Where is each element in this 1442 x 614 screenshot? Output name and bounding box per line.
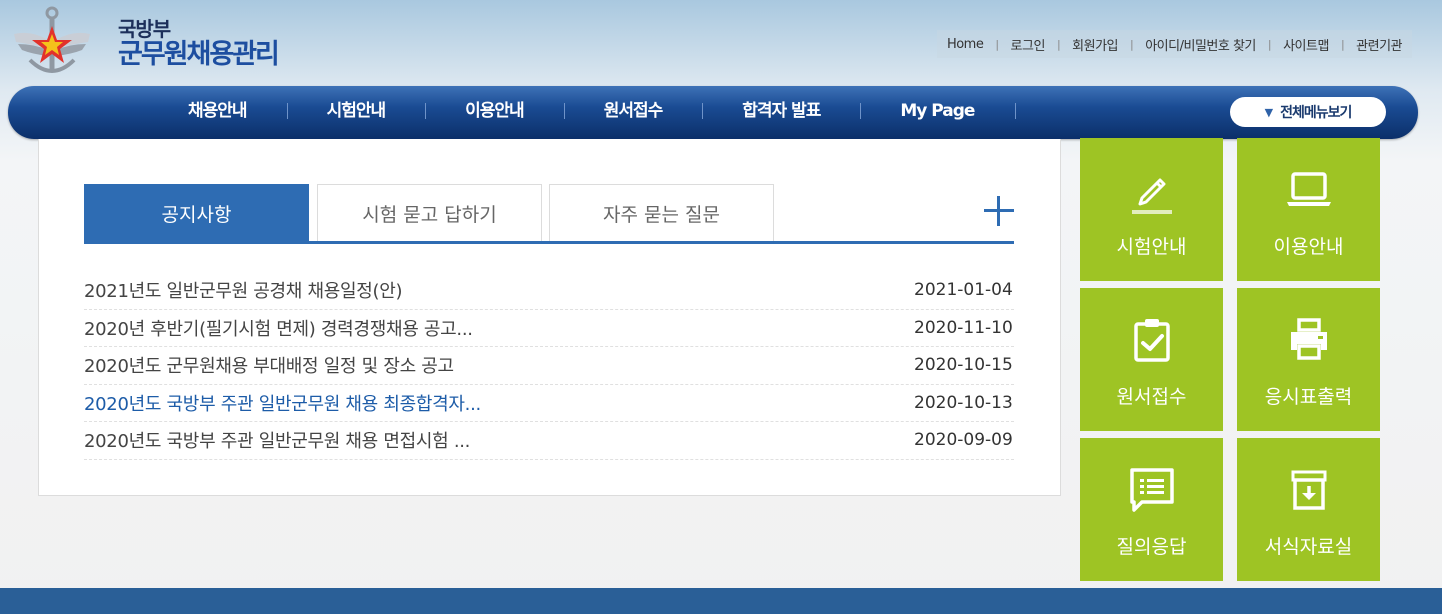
more-plus-icon[interactable] (984, 196, 1014, 226)
site-logo[interactable]: 국방부 군무원채용관리 (12, 4, 280, 82)
list-item[interactable]: 2020년 후반기(필기시험 면제) 경력경쟁채용 공고... 2020-11-… (84, 310, 1014, 347)
separator: | (1056, 37, 1061, 51)
quick-print-ticket-tile[interactable]: 응시표출력 (1237, 288, 1380, 431)
tab-faq[interactable]: 자주 묻는 질문 (549, 184, 774, 241)
footer-bar (0, 588, 1442, 614)
list-item[interactable]: 2021년도 일반군무원 공경채 채용일정(안) 2021-01-04 (84, 272, 1014, 310)
home-link[interactable]: Home (947, 37, 984, 52)
find-account-link[interactable]: 아이디/비밀번호 찾기 (1145, 35, 1256, 54)
tab-notices[interactable]: 공지사항 (84, 184, 309, 241)
tile-label: 원서접수 (1116, 386, 1187, 408)
list-item[interactable]: 2020년도 국방부 주관 일반군무원 채용 면접시험 ... 2020-09-… (84, 422, 1014, 460)
related-sites-link[interactable]: 관련기관 (1356, 35, 1402, 54)
separator: | (1267, 37, 1272, 51)
nav-item-results[interactable]: 합격자 발표 (702, 86, 860, 139)
ministry-emblem-icon (14, 6, 90, 73)
laptop-icon (1286, 172, 1331, 206)
tile-label: 질의응답 (1116, 536, 1187, 558)
download-box-icon (1291, 470, 1326, 510)
sitemap-link[interactable]: 사이트맵 (1283, 35, 1329, 54)
list-item[interactable]: 2020년도 군무원채용 부대배정 일정 및 장소 공고 2020-10-15 (84, 347, 1014, 385)
quick-application-tile[interactable]: 원서접수 (1080, 288, 1223, 431)
separator: | (995, 37, 999, 51)
tile-label: 시험안내 (1116, 236, 1187, 258)
notice-date: 2020-09-09 (914, 430, 1013, 451)
pencil-icon (1131, 178, 1172, 214)
notice-title[interactable]: 2020년도 군무원채용 부대배정 일정 및 장소 공고 (84, 352, 454, 378)
board-tabs: 공지사항 시험 묻고 답하기 자주 묻는 질문 (84, 184, 1014, 244)
all-menu-button[interactable]: ▼ 전체메뉴보기 (1230, 97, 1386, 127)
chat-list-icon (1129, 468, 1174, 512)
notice-date: 2021-01-04 (914, 280, 1013, 301)
quick-usage-guide-tile[interactable]: 이용안내 (1237, 138, 1380, 281)
quick-forms-library-tile[interactable]: 서식자료실 (1237, 438, 1380, 581)
all-menu-label: 전체메뉴보기 (1280, 105, 1352, 121)
main-nav: 채용안내 시험안내 이용안내 원서접수 합격자 발표 My Page ▼ 전체메… (8, 86, 1418, 139)
tile-label: 이용안내 (1273, 236, 1344, 258)
quick-exam-info-tile[interactable]: 시험안내 (1080, 138, 1223, 281)
notice-date: 2020-10-13 (914, 392, 1013, 413)
clipboard-check-icon (1133, 319, 1170, 362)
notice-title[interactable]: 2020년 후반기(필기시험 면제) 경력경쟁채용 공고... (84, 315, 473, 341)
printer-icon (1290, 318, 1327, 360)
notice-panel: 공지사항 시험 묻고 답하기 자주 묻는 질문 2021년도 일반군무원 공경채… (38, 139, 1061, 496)
nav-item-recruitment[interactable]: 채용안내 (148, 86, 287, 139)
notice-title[interactable]: 2021년도 일반군무원 공경채 채용일정(안) (84, 277, 402, 303)
nav-item-exam-info[interactable]: 시험안내 (286, 86, 426, 139)
tile-label: 응시표출력 (1264, 386, 1353, 408)
signup-link[interactable]: 회원가입 (1072, 35, 1118, 54)
list-item[interactable]: 2020년도 국방부 주관 일반군무원 채용 최종합격자... 2020-10-… (84, 385, 1014, 422)
notice-date: 2020-11-10 (914, 317, 1013, 338)
tab-exam-qna[interactable]: 시험 묻고 답하기 (317, 184, 542, 241)
nav-item-usage-guide[interactable]: 이용안내 (425, 86, 564, 139)
separator: | (1340, 37, 1345, 51)
logo-title: 군무원채용관리 (118, 39, 280, 70)
nav-item-application[interactable]: 원서접수 (563, 86, 703, 139)
tile-label: 서식자료실 (1264, 536, 1353, 558)
quick-qna-tile[interactable]: 질의응답 (1080, 438, 1223, 581)
notice-list: 2021년도 일반군무원 공경채 채용일정(안) 2021-01-04 2020… (84, 272, 1014, 460)
chevron-down-icon: ▼ (1264, 105, 1274, 119)
notice-title[interactable]: 2020년도 국방부 주관 일반군무원 채용 최종합격자... (84, 390, 481, 416)
login-link[interactable]: 로그인 (1011, 35, 1046, 54)
utility-links: Home | 로그인 | 회원가입 | 아이디/비밀번호 찾기 | 사이트맵 |… (936, 30, 1412, 58)
separator: | (1130, 37, 1134, 51)
notice-title[interactable]: 2020년도 국방부 주관 일반군무원 채용 면접시험 ... (84, 427, 470, 453)
notice-date: 2020-10-15 (914, 355, 1013, 376)
logo-title-small: 국방부 (118, 17, 171, 41)
nav-item-my-page[interactable]: My Page (860, 86, 1017, 139)
